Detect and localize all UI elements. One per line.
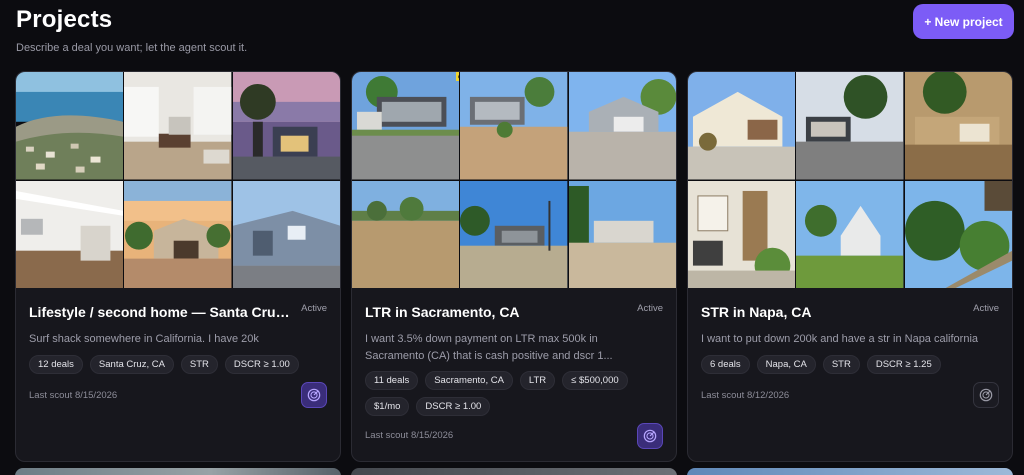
last-scout-date: Last scout 8/12/2026 (701, 390, 790, 401)
property-photo (688, 72, 796, 180)
property-photo (124, 72, 232, 180)
radar-icon (979, 388, 993, 402)
project-description: I want 3.5% down payment on LTR max 500k… (365, 333, 613, 362)
property-photo (796, 180, 904, 288)
project-tags: 6 deals Napa, CA STR DSCR ≥ 1.25 (701, 355, 1001, 374)
property-photo (568, 180, 676, 288)
photo-ribbon: on (456, 72, 460, 81)
radar-icon (307, 388, 321, 402)
location-chip: Santa Cruz, CA (89, 355, 174, 374)
property-photo (568, 72, 676, 180)
project-card[interactable]: Lifestyle / second home — Santa Cruz, CA… (15, 71, 341, 462)
last-scout-date: Last scout 8/15/2026 (365, 430, 454, 441)
page-subtitle: Describe a deal you want; let the agent … (16, 42, 248, 54)
scout-button[interactable] (973, 382, 999, 408)
project-description: Surf shack somewhere in California. I ha… (29, 333, 259, 345)
deal-count-chip: 6 deals (701, 355, 750, 374)
photo-gallery[interactable]: on (352, 72, 676, 288)
property-photo (232, 72, 340, 180)
max-price-chip: ≤ $500,000 (562, 371, 628, 390)
project-title[interactable]: LTR in Sacramento, CA (365, 304, 627, 320)
property-photo (16, 72, 124, 180)
project-title[interactable]: STR in Napa, CA (701, 304, 963, 320)
deal-count-chip: 12 deals (29, 355, 83, 374)
status-badge: Active (301, 303, 327, 314)
property-photo (688, 180, 796, 288)
location-chip: Sacramento, CA (425, 371, 513, 390)
property-photo (460, 180, 568, 288)
property-photo (16, 180, 124, 288)
location-chip: Napa, CA (756, 355, 816, 374)
scout-button[interactable] (301, 382, 327, 408)
radar-icon (643, 429, 657, 443)
property-photo (352, 180, 460, 288)
project-title[interactable]: Lifestyle / second home — Santa Cruz, CA (29, 304, 291, 320)
project-card[interactable]: STR in Napa, CA Active I want to put dow… (687, 71, 1013, 462)
cashflow-chip: $1/mo (365, 397, 410, 416)
project-tags: 11 deals Sacramento, CA LTR ≤ $500,000 $… (365, 371, 665, 416)
property-photo (232, 180, 340, 288)
property-photo: on (352, 72, 460, 180)
project-tags: 12 deals Santa Cruz, CA STR DSCR ≥ 1.00 (29, 355, 329, 374)
status-badge: Active (637, 303, 663, 314)
project-card-peek[interactable] (687, 468, 1013, 475)
property-photo (796, 72, 904, 180)
project-card[interactable]: on (351, 71, 677, 462)
strategy-chip: STR (180, 355, 218, 374)
project-description: I want to put down 200k and have a str i… (701, 333, 979, 345)
property-photo (904, 72, 1012, 180)
dscr-chip: DSCR ≥ 1.00 (224, 355, 299, 374)
status-badge: Active (973, 303, 999, 314)
strategy-chip: STR (822, 355, 860, 374)
project-card-peek[interactable] (15, 468, 341, 475)
project-card-peek[interactable] (351, 468, 677, 475)
property-photo (460, 72, 568, 180)
scout-button[interactable] (637, 423, 663, 449)
property-photo (904, 180, 1012, 288)
photo-gallery[interactable] (16, 72, 340, 288)
deal-count-chip: 11 deals (365, 371, 419, 390)
property-photo (124, 180, 232, 288)
new-project-button[interactable]: + New project (913, 4, 1014, 39)
strategy-chip: LTR (519, 371, 556, 390)
page-header: Projects Describe a deal you want; let t… (16, 4, 1016, 64)
page-title: Projects (16, 6, 113, 33)
photo-gallery[interactable] (688, 72, 1012, 288)
dscr-chip: DSCR ≥ 1.00 (416, 397, 491, 416)
dscr-chip: DSCR ≥ 1.25 (866, 355, 941, 374)
last-scout-date: Last scout 8/15/2026 (29, 390, 118, 401)
